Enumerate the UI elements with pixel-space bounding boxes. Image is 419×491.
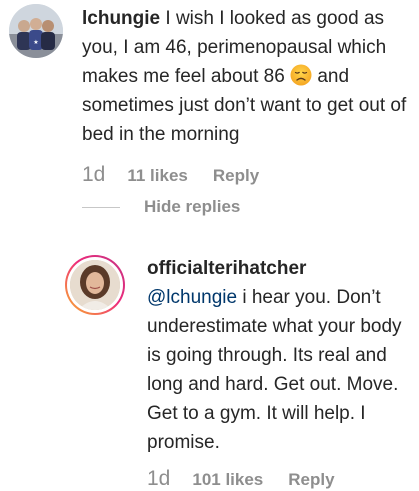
comment-username[interactable]: lchungie (82, 8, 160, 29)
avatar-lchungie[interactable]: ★ (9, 4, 63, 58)
mention-link[interactable]: @lchungie (147, 287, 237, 308)
comment-text: lchungie I wish I looked as good as you,… (82, 4, 414, 149)
avatar-officialterihatcher (70, 260, 120, 310)
svg-text:★: ★ (33, 39, 38, 46)
comment-time: 1d (82, 163, 106, 186)
comment-meta: 1d 11 likes Reply (82, 163, 259, 187)
portrait-photo-icon (70, 260, 120, 310)
hide-replies-button[interactable]: Hide replies (82, 197, 240, 217)
disappointed-face-emoji-icon (290, 64, 312, 86)
reply-button[interactable]: Reply (288, 470, 334, 490)
comment-likes[interactable]: 11 likes (127, 166, 188, 186)
hide-replies-label: Hide replies (144, 197, 241, 216)
reply-button[interactable]: Reply (213, 166, 259, 186)
group-photo-icon: ★ (9, 4, 63, 58)
reply-meta: 1d 101 likes Reply (147, 467, 335, 491)
reply-time: 1d (147, 467, 171, 490)
story-ring[interactable] (65, 255, 125, 315)
reply-likes[interactable]: 101 likes (192, 470, 263, 490)
reply-username[interactable]: officialterihatcher (147, 258, 306, 279)
divider-line (82, 206, 120, 208)
reply-text: officialterihatcher @lchungie i hear you.… (147, 254, 409, 457)
reply-body: i hear you. Don’t underestimate what you… (147, 287, 402, 453)
